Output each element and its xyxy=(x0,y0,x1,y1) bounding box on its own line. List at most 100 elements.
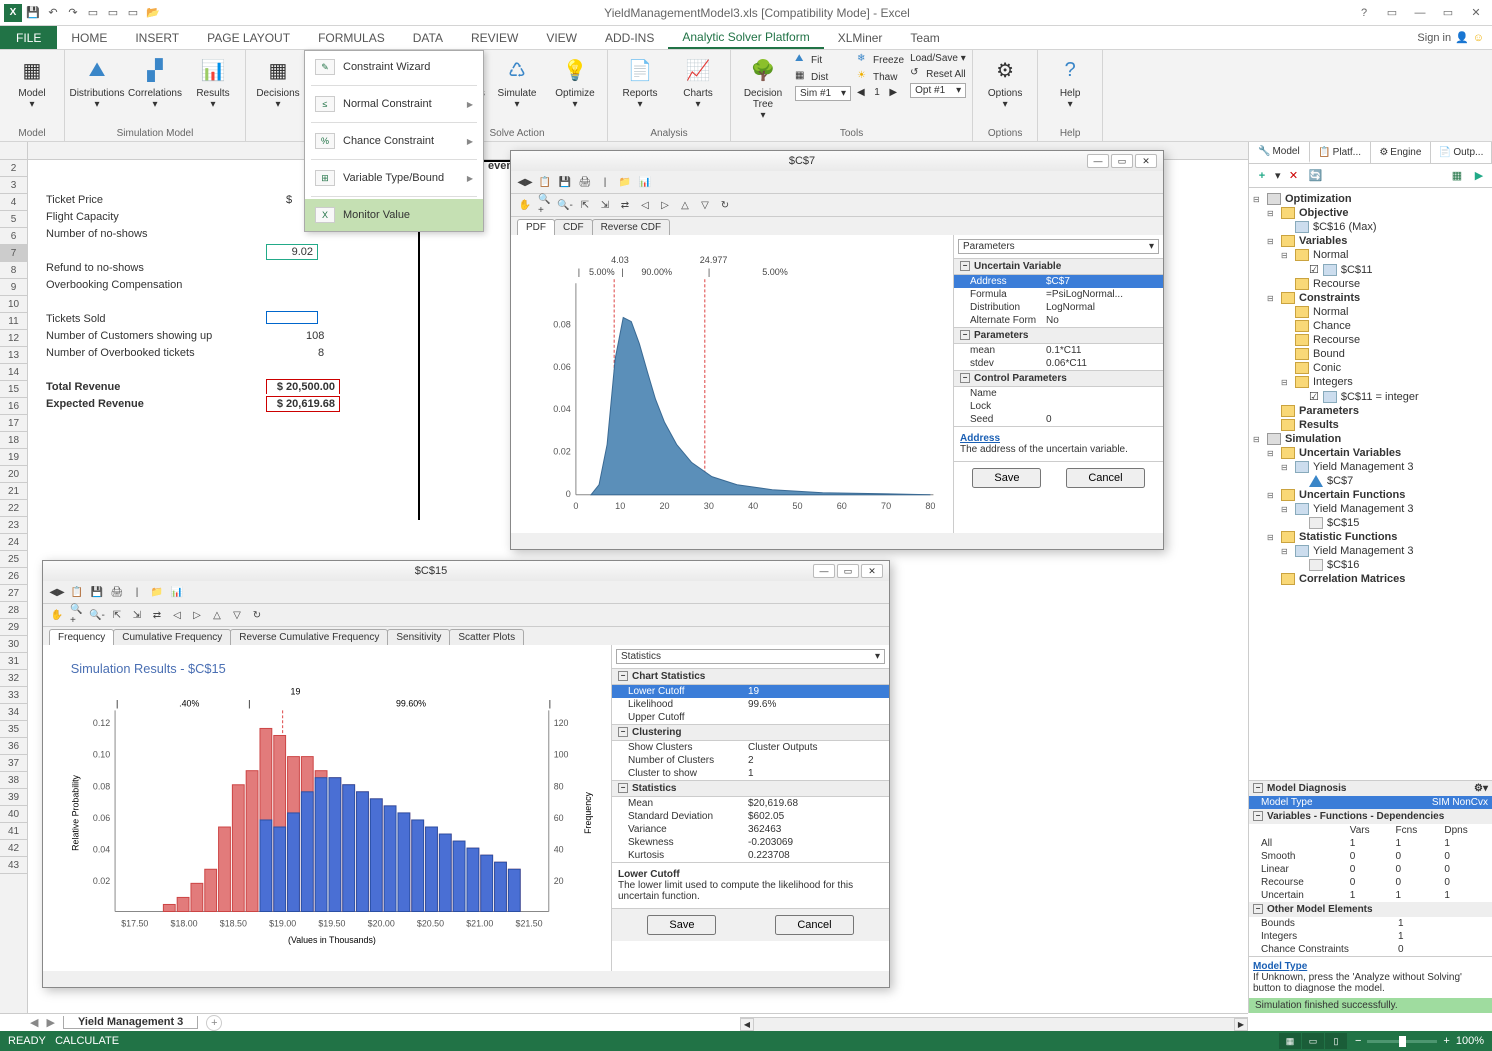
tb-icon[interactable]: ↻ xyxy=(717,197,733,213)
tab-file[interactable]: FILE xyxy=(0,26,57,49)
normal-constraint-item[interactable]: ≤Normal Constraint▶ xyxy=(305,88,483,120)
scroll-left-icon[interactable]: ◀ xyxy=(740,1018,754,1031)
win1-close-icon[interactable]: ✕ xyxy=(1135,154,1157,168)
redo-icon[interactable]: ↷ xyxy=(64,4,82,22)
refresh-icon[interactable]: 🔄 xyxy=(1307,167,1325,185)
prop-distribution[interactable]: DistributionLogNormal xyxy=(954,301,1163,314)
tb-save-icon[interactable]: 💾 xyxy=(557,174,573,190)
diag-model-type[interactable]: Model TypeSIM NonCvx xyxy=(1249,796,1492,809)
prop-lower-cutoff[interactable]: Lower Cutoff19 xyxy=(612,685,889,698)
horizontal-scrollbar[interactable]: ◀ ▶ xyxy=(740,1017,1248,1031)
tb-copy-icon[interactable]: 📋 xyxy=(537,174,553,190)
prop-likelihood[interactable]: Likelihood99.6% xyxy=(612,698,889,711)
thaw-button[interactable]: ☀Thaw xyxy=(857,69,904,85)
constraint-wizard-item[interactable]: ✎Constraint Wizard xyxy=(305,51,483,83)
tb-icon[interactable]: ⇲ xyxy=(597,197,613,213)
prop-address[interactable]: Address$C$7 xyxy=(954,275,1163,288)
results-button[interactable]: 📊Results▾ xyxy=(187,52,239,112)
tb-icon[interactable]: △ xyxy=(677,197,693,213)
save-icon[interactable]: 💾 xyxy=(24,4,42,22)
win1-min-icon[interactable]: — xyxy=(1087,154,1109,168)
tb-icon[interactable]: ◁ xyxy=(637,197,653,213)
win2-min-icon[interactable]: — xyxy=(813,564,835,578)
tab-insert[interactable]: INSERT xyxy=(121,26,193,49)
win2-close-icon[interactable]: ✕ xyxy=(861,564,883,578)
win2-cancel-button[interactable]: Cancel xyxy=(775,915,853,935)
tb-chart-icon[interactable]: 📊 xyxy=(637,174,653,190)
add-icon[interactable]: + xyxy=(1253,167,1271,185)
tab-review[interactable]: REVIEW xyxy=(457,26,532,49)
parameters-combo[interactable]: Parameters▾ xyxy=(958,239,1159,254)
tab-frequency[interactable]: Frequency xyxy=(49,629,114,645)
resetall-button[interactable]: ↺Reset All xyxy=(910,66,966,82)
tab-pdf[interactable]: PDF xyxy=(517,219,555,235)
reports-button[interactable]: 📄Reports▾ xyxy=(614,52,666,112)
maximize-icon[interactable]: ▭ xyxy=(1436,6,1460,19)
win1-cancel-button[interactable]: Cancel xyxy=(1066,468,1144,488)
tab-home[interactable]: HOME xyxy=(57,26,121,49)
close-icon[interactable]: ✕ xyxy=(1464,6,1488,19)
prop-std[interactable]: Standard Deviation$602.05 xyxy=(612,810,889,823)
tab-view[interactable]: VIEW xyxy=(532,26,591,49)
freeze-button[interactable]: ❄Freeze xyxy=(857,52,904,68)
model-tree[interactable]: ⊟Optimization ⊟Objective $C$16 (Max) ⊟Va… xyxy=(1249,188,1492,780)
zoom-in-icon[interactable]: + xyxy=(1443,1035,1449,1047)
tp-tab-platform[interactable]: 📋Platf... xyxy=(1310,142,1371,163)
decisions-button[interactable]: ▦Decisions▾ xyxy=(252,52,304,112)
tb-chart-icon[interactable]: 📊 xyxy=(169,584,185,600)
tb-icon[interactable]: ⇲ xyxy=(129,607,145,623)
tb-zoomin-icon[interactable]: 🔍+ xyxy=(537,197,553,213)
tickets-sold-cell[interactable] xyxy=(266,311,318,324)
prop-altform[interactable]: Alternate FormNo xyxy=(954,314,1163,327)
tb-hand-icon[interactable]: ✋ xyxy=(517,197,533,213)
tb-icon[interactable]: ⇱ xyxy=(109,607,125,623)
fit-button[interactable]: ⛰Fit xyxy=(795,52,851,68)
tab-addins[interactable]: ADD-INS xyxy=(591,26,668,49)
analyze-icon[interactable]: ⚙ xyxy=(1474,783,1483,794)
variable-type-item[interactable]: ⊞Variable Type/Bound▶ xyxy=(305,162,483,194)
prop-cluster-show[interactable]: Cluster to show1 xyxy=(612,767,889,780)
loadsave-button[interactable]: Load/Save ▾ xyxy=(910,52,966,65)
tab-scatter[interactable]: Scatter Plots xyxy=(449,629,524,645)
tab-xlminer[interactable]: XLMiner xyxy=(824,26,897,49)
tb-zoomout-icon[interactable]: 🔍- xyxy=(89,607,105,623)
tab-cdf[interactable]: CDF xyxy=(554,219,593,235)
model-button[interactable]: ▦Model▾ xyxy=(6,52,58,112)
charts-button[interactable]: 📈Charts▾ xyxy=(672,52,724,112)
optimize-button[interactable]: 💡Optimize▾ xyxy=(549,52,601,112)
view-layout-icon[interactable]: ▭ xyxy=(1302,1033,1324,1049)
options-button[interactable]: ⚙Options▾ xyxy=(979,52,1031,112)
tb-icon[interactable]: △ xyxy=(209,607,225,623)
tb-icon[interactable]: ◁ xyxy=(169,607,185,623)
tab-data[interactable]: DATA xyxy=(399,26,457,49)
ribbon-toggle-icon[interactable]: ▭ xyxy=(1380,6,1404,19)
sheet-nav-next-icon[interactable]: ▶ xyxy=(46,1016,54,1029)
tab-reverse-cumulative[interactable]: Reverse Cumulative Frequency xyxy=(230,629,388,645)
tab-reverse-cdf[interactable]: Reverse CDF xyxy=(592,219,671,235)
tb-print-icon[interactable]: 🖨 xyxy=(109,584,125,600)
win2-save-button[interactable]: Save xyxy=(647,915,716,935)
row-headers[interactable]: 2345678910111213141516171819202122232425… xyxy=(0,160,28,1013)
tb-icon[interactable]: ⇱ xyxy=(577,197,593,213)
tb-icon[interactable]: ▽ xyxy=(229,607,245,623)
prop-formula[interactable]: Formula=PsiLogNormal... xyxy=(954,288,1163,301)
tb-icon[interactable]: ⇄ xyxy=(617,197,633,213)
tb-copy-icon[interactable]: 📋 xyxy=(69,584,85,600)
distributions-button[interactable]: ⛰Distributions▾ xyxy=(71,52,123,112)
prop-mean[interactable]: mean0.1*C11 xyxy=(954,344,1163,357)
run-icon[interactable]: ▶ xyxy=(1470,167,1488,185)
tb-icon[interactable]: ◀▶ xyxy=(49,584,65,600)
tb-icon[interactable]: ▷ xyxy=(657,197,673,213)
tb-icon[interactable]: ↻ xyxy=(249,607,265,623)
win1-max-icon[interactable]: ▭ xyxy=(1111,154,1133,168)
prev-icon[interactable]: ◀ xyxy=(857,87,865,98)
tb-save-icon[interactable]: 💾 xyxy=(89,584,105,600)
sheet-tab-active[interactable]: Yield Management 3 xyxy=(63,1016,198,1029)
prop-stdev[interactable]: stdev0.06*C11 xyxy=(954,357,1163,370)
undo-icon[interactable]: ↶ xyxy=(44,4,62,22)
tb-hand-icon[interactable]: ✋ xyxy=(49,607,65,623)
tb-icon[interactable]: 📁 xyxy=(617,174,633,190)
tb-icon[interactable]: ◀▶ xyxy=(517,174,533,190)
view-break-icon[interactable]: ▯ xyxy=(1325,1033,1347,1049)
win2-max-icon[interactable]: ▭ xyxy=(837,564,859,578)
